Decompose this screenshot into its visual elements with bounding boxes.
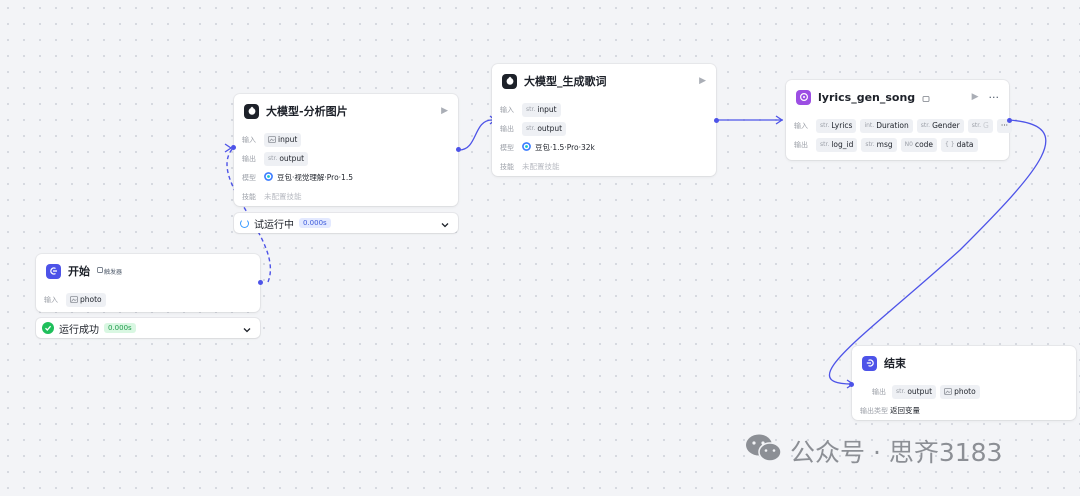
- input-param-tag: str. Lyrics: [816, 118, 857, 133]
- run-status-success[interactable]: 运行成功 0.000s: [36, 318, 260, 338]
- input-label: 输入: [242, 135, 256, 144]
- model-label: 模型: [500, 143, 514, 152]
- image-icon: [944, 388, 952, 395]
- run-time-badge: 0.000s: [104, 323, 136, 333]
- output-label: 输出: [500, 124, 514, 133]
- input-param-tag: str. input: [522, 102, 561, 117]
- output-param-tag: N0 code: [900, 137, 938, 152]
- node-title: 结束: [884, 357, 906, 370]
- start-icon: [46, 263, 61, 279]
- play-icon[interactable]: ▶: [972, 92, 979, 102]
- model-label: 模型: [242, 173, 256, 182]
- llm-icon: [502, 73, 517, 89]
- output-label: 输出: [242, 154, 256, 163]
- play-icon[interactable]: ▶: [441, 106, 448, 116]
- end-icon: [862, 355, 877, 371]
- node-start[interactable]: 开始 触发器 输入 photo: [36, 254, 263, 312]
- node-llm-gen-lyrics[interactable]: 大模型_生成歌词 ▶ 输入 str. input 输出 str. output 模型…: [492, 64, 719, 176]
- success-check-icon: [42, 322, 54, 334]
- node-plugin-lyrics-gen-song[interactable]: lyrics_gen_song ▶ ··· 输入 str. Lyrics int.…: [786, 80, 1012, 160]
- output-param-tag: str. log_id: [816, 137, 858, 152]
- output-param-tag: str. msg: [861, 137, 897, 152]
- node-title: 大模型-分析图片: [266, 105, 348, 118]
- input-label: 输入: [500, 105, 514, 114]
- workflow-canvas[interactable]: 大模型-分析图片 ▶ 输入 input 输出 str. output 模型 豆包·…: [0, 0, 1080, 496]
- run-time-badge: 0.000s: [299, 218, 331, 228]
- loading-spinner-icon: [240, 218, 249, 228]
- run-status-text: 试运行中: [254, 219, 294, 231]
- edge-analyze-to-lyrics: [458, 119, 493, 151]
- wechat-icon: [744, 432, 784, 470]
- input-label: 输入: [44, 295, 58, 304]
- doubao-model-icon: [522, 142, 531, 153]
- input-param-tag: int. Duration: [860, 118, 913, 133]
- input-label: 输入: [794, 121, 808, 130]
- doubao-model-icon: [264, 172, 273, 183]
- model-name: 豆包·1.5·Pro·32k: [535, 143, 595, 152]
- output-kind-label: 输出类型: [860, 406, 888, 415]
- input-param-tag: input: [264, 132, 302, 147]
- watermark: 公众号 · 思齐3183: [744, 432, 1002, 470]
- output-kind-value: 返回变量: [890, 406, 920, 415]
- node-end[interactable]: 结束 输出 str. output photo 输出类型 返回变量: [849, 346, 1076, 420]
- output-port[interactable]: [258, 280, 263, 285]
- input-port[interactable]: [231, 145, 236, 150]
- chevron-down-icon[interactable]: [241, 321, 253, 340]
- image-icon: [70, 296, 78, 303]
- output-port[interactable]: [1007, 118, 1012, 123]
- skill-label: 技能: [242, 192, 256, 201]
- output-label: 输出: [794, 140, 808, 149]
- input-param-tag: str. Gender: [916, 118, 964, 133]
- node-title: 开始: [68, 265, 90, 278]
- plugin-icon: [796, 89, 811, 105]
- output-port[interactable]: [714, 118, 719, 123]
- node-title: lyrics_gen_song: [818, 90, 916, 104]
- output-param-tag: str. output: [264, 151, 309, 166]
- play-icon[interactable]: ▶: [699, 76, 706, 86]
- trigger-badge: 触发器: [97, 267, 122, 276]
- skill-label: 技能: [500, 162, 514, 171]
- plugin-badge-icon: [922, 88, 930, 107]
- output-port[interactable]: [456, 147, 461, 152]
- image-icon: [268, 136, 276, 143]
- watermark-text: 公众号 · 思齐3183: [790, 438, 1003, 467]
- input-param-tag: photo: [66, 292, 106, 307]
- input-param-tag: str. G: [967, 118, 993, 133]
- skill-value: 未配置技能: [264, 192, 302, 201]
- node-title: 大模型_生成歌词: [524, 75, 607, 88]
- model-name: 豆包·视觉理解·Pro·1.5: [277, 173, 353, 182]
- output-label: 输出: [872, 387, 886, 396]
- run-status-running[interactable]: 试运行中 0.000s: [234, 213, 458, 233]
- run-status-text: 运行成功: [59, 324, 99, 336]
- more-options-icon[interactable]: ···: [989, 91, 1000, 104]
- output-param-tag: str. output: [892, 384, 937, 399]
- output-param-tag: photo: [940, 384, 980, 399]
- input-port[interactable]: [849, 382, 854, 387]
- skill-value: 未配置技能: [522, 162, 560, 171]
- output-param-tag: { } data: [941, 137, 978, 152]
- llm-icon: [244, 103, 259, 119]
- chevron-down-icon[interactable]: [439, 216, 451, 235]
- trigger-icon: [97, 267, 103, 275]
- output-param-tag: str. output: [522, 121, 567, 136]
- node-llm-analyze-image[interactable]: 大模型-分析图片 ▶ 输入 input 输出 str. output 模型 豆包·…: [231, 94, 461, 206]
